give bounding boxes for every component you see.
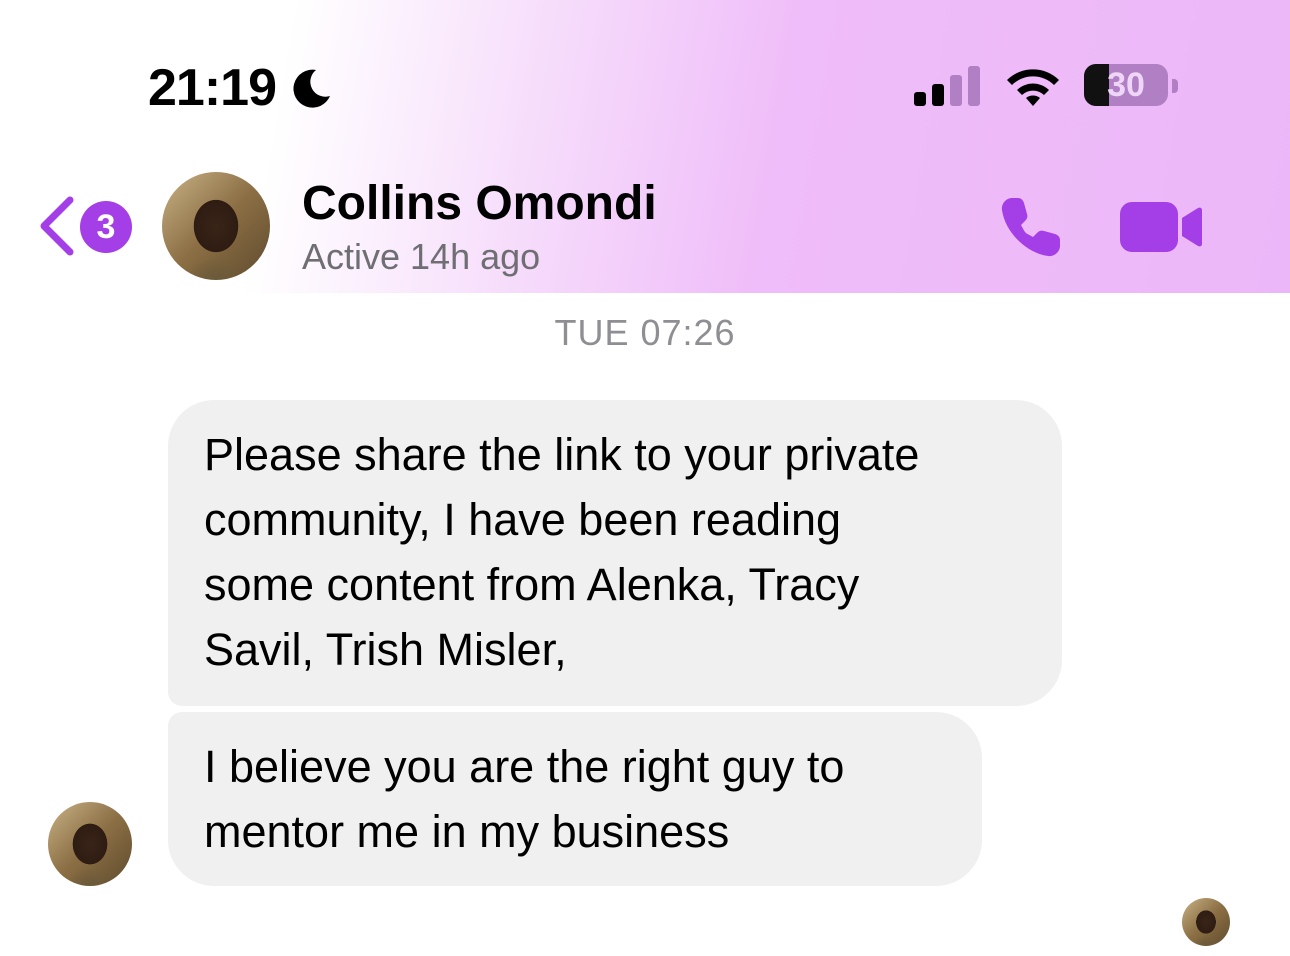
message-line: mentor me in my business bbox=[204, 806, 730, 857]
message-bubble[interactable]: I believe you are the right guy to mento… bbox=[168, 712, 982, 886]
read-receipt-avatar bbox=[1182, 898, 1230, 946]
moon-icon bbox=[293, 69, 330, 108]
message-timestamp: TUE 07:26 bbox=[554, 312, 736, 353]
contact-avatar[interactable] bbox=[162, 172, 270, 280]
message-line: Savil, Trish Misler, bbox=[204, 624, 567, 675]
contact-name[interactable]: Collins Omondi bbox=[302, 176, 657, 231]
unread-count-badge: 3 bbox=[80, 201, 132, 253]
contact-active-status: Active 14h ago bbox=[302, 236, 541, 277]
phone-icon[interactable] bbox=[998, 194, 1064, 260]
wifi-icon bbox=[1007, 69, 1059, 106]
message-line: Please share the link to your private bbox=[204, 429, 920, 480]
status-time: 21:19 bbox=[148, 59, 277, 117]
message-bubble[interactable]: Please share the link to your private co… bbox=[168, 400, 1062, 706]
battery-level-text: 30 bbox=[1107, 66, 1145, 104]
cellular-signal-icon bbox=[914, 66, 980, 106]
video-camera-icon[interactable] bbox=[1120, 200, 1202, 254]
message-line: community, I have been reading bbox=[204, 494, 842, 545]
battery-indicator: 30 bbox=[1084, 62, 1180, 110]
message-line: I believe you are the right guy to bbox=[204, 741, 845, 792]
back-button[interactable]: 3 bbox=[34, 190, 134, 262]
message-line: some content from Alenka, Tracy bbox=[204, 559, 860, 610]
battery-nub bbox=[1172, 79, 1178, 93]
chevron-left-icon bbox=[40, 196, 74, 256]
sender-avatar[interactable] bbox=[48, 802, 132, 886]
